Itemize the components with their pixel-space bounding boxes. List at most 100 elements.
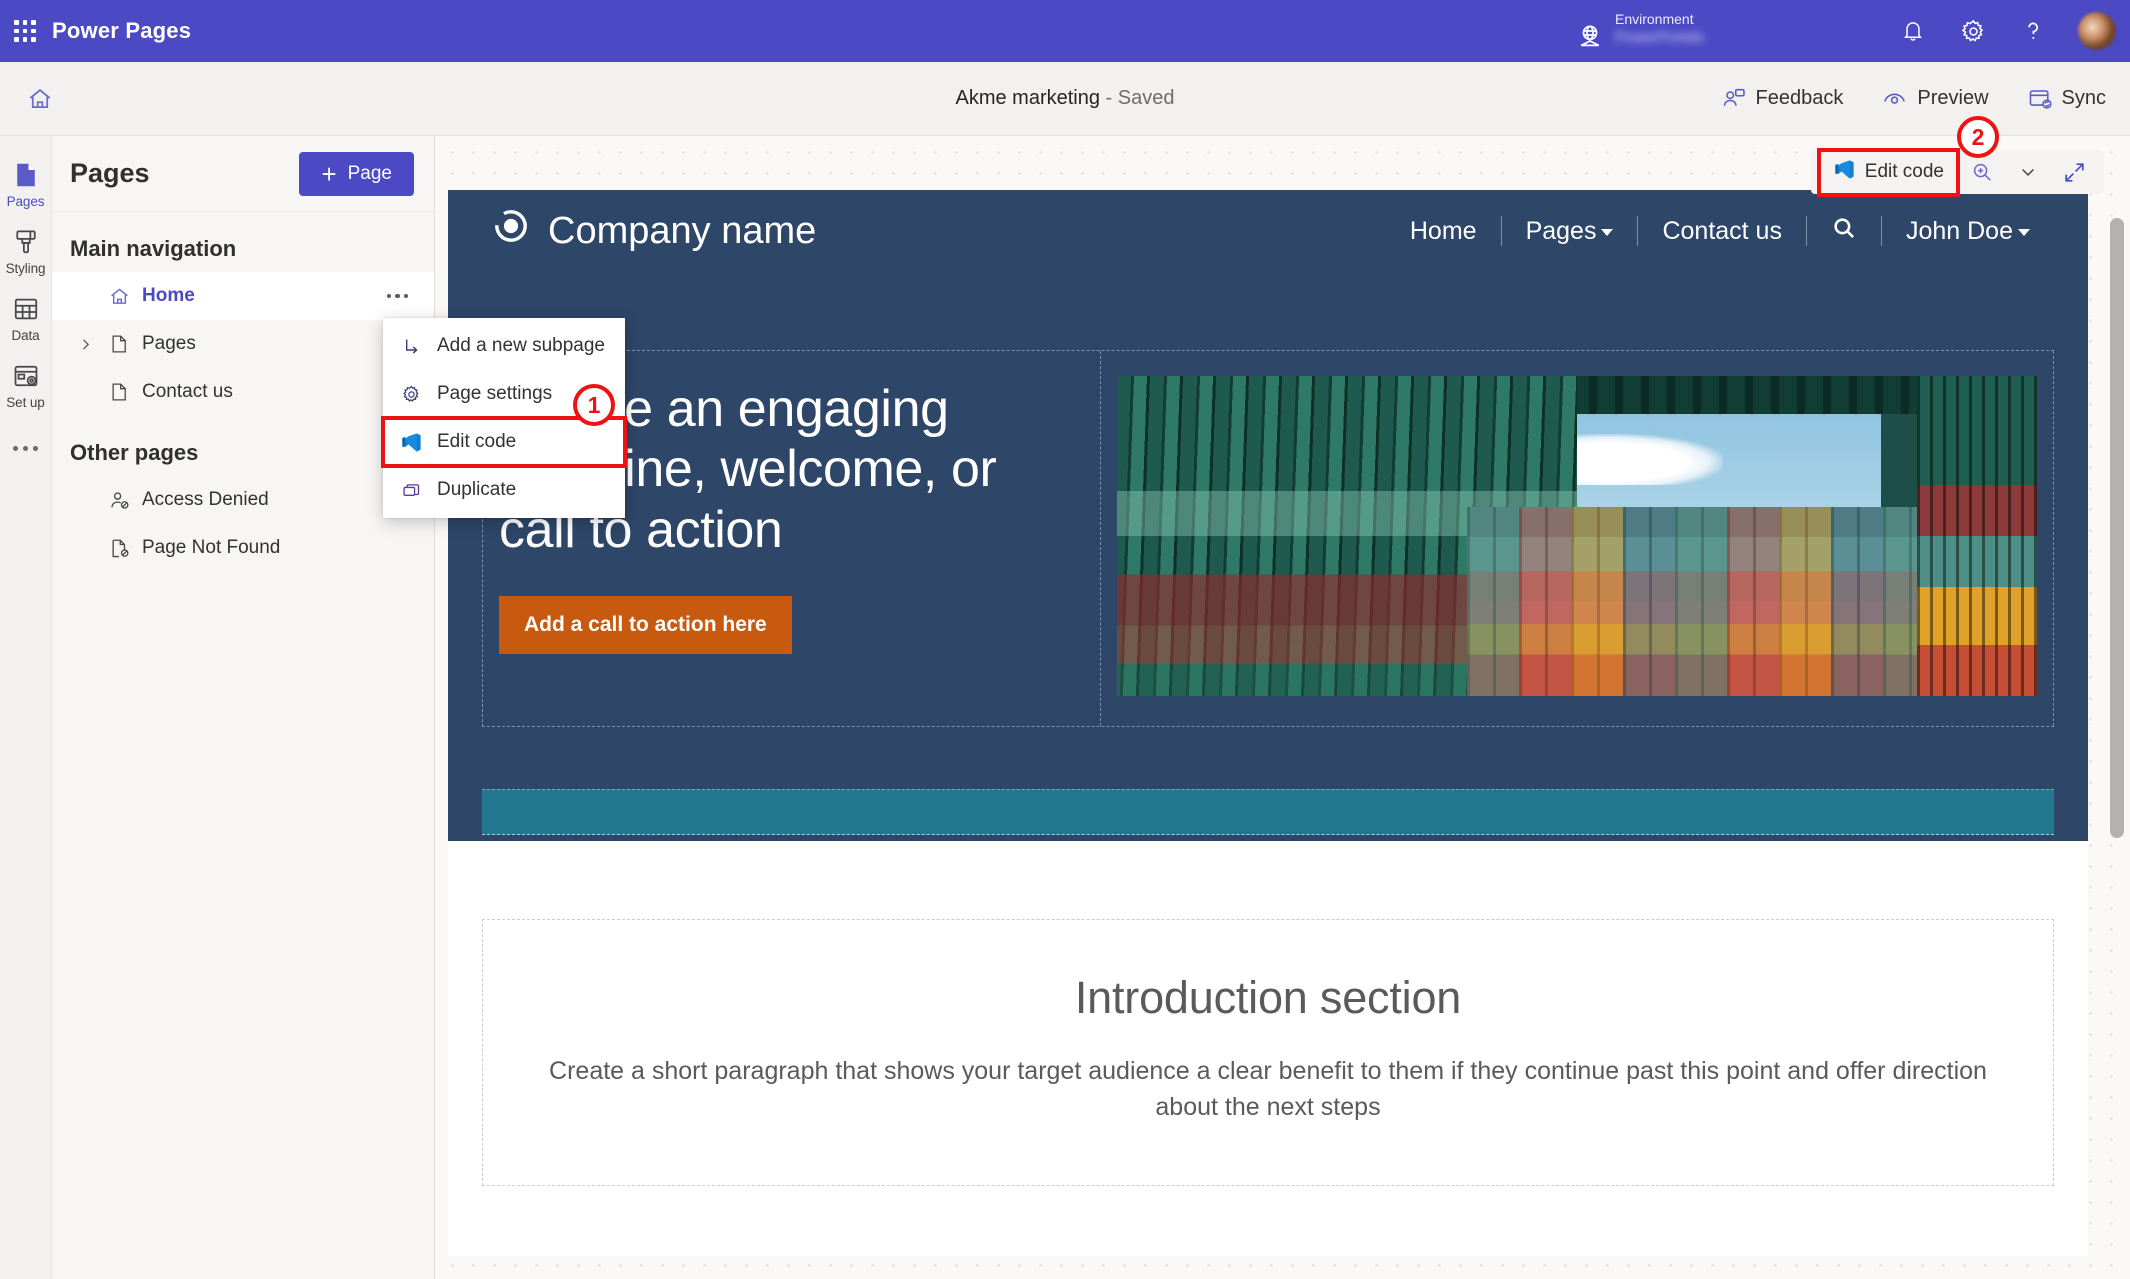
site-nav-contact-us[interactable]: Contact us [1638, 217, 1806, 246]
canvas-toolbar: Edit code [1810, 147, 2104, 197]
subpage-arrow-icon [399, 336, 423, 357]
menu-label-add-subpage: Add a new subpage [437, 335, 605, 356]
site-nav-pages[interactable]: Pages [1502, 217, 1638, 246]
pages-panel-title: Pages [70, 158, 150, 188]
rail-item-setup[interactable]: Set up [0, 351, 52, 418]
sidebar-item-label-page-not-found: Page Not Found [142, 537, 281, 558]
sidebar-item-contact-us[interactable]: Contact us [52, 368, 434, 416]
help-question-icon[interactable] [2018, 16, 2048, 46]
site-canvas: Edit code Company name Home Pages Contac… [436, 136, 2130, 1279]
annotation-badge-2: 2 [1957, 116, 1999, 158]
preview-button[interactable]: Preview [1877, 79, 1992, 118]
hero-bottom-padding [448, 835, 2088, 841]
user-avatar[interactable] [2078, 12, 2116, 50]
canvas-scrollbar[interactable] [2110, 218, 2124, 1108]
site-company-name: Company name [548, 209, 817, 252]
hero-image-column[interactable] [1101, 351, 2054, 726]
intro-body-text: Create a short paragraph that shows your… [549, 1057, 1987, 1121]
expand-arrows-icon[interactable] [2054, 154, 2094, 190]
rail-more-options-icon[interactable] [3, 436, 48, 461]
sync-label: Sync [2061, 87, 2106, 109]
edit-code-button[interactable]: Edit code [1816, 147, 1961, 197]
site-brand[interactable]: Company name [494, 209, 816, 253]
sidebar-item-label-pages: Pages [142, 333, 196, 354]
intro-section: Introduction section Create a short para… [448, 841, 2088, 1256]
rail-label-data: Data [11, 328, 40, 343]
page-icon [16, 163, 35, 187]
add-page-button[interactable]: + Page [299, 151, 414, 196]
site-user-menu[interactable]: John Doe [1882, 217, 2054, 246]
hero-image [1117, 376, 2037, 696]
feedback-button[interactable]: Feedback [1717, 80, 1848, 118]
hero-teal-band[interactable] [482, 789, 2054, 835]
plus-icon: + [321, 158, 337, 189]
rail-item-pages[interactable]: Pages [0, 150, 52, 217]
circle-logo-icon [494, 209, 528, 253]
site-preview: Company name Home Pages Contact us John … [448, 190, 2088, 1256]
site-nav-links: Home Pages Contact us John Doe [1386, 215, 2054, 248]
site-nav-home[interactable]: Home [1386, 217, 1501, 246]
section-title-main-navigation: Main navigation [70, 236, 237, 261]
zoom-magnifier-icon[interactable] [1962, 154, 2002, 190]
canvas-scrollbar-thumb[interactable] [2110, 218, 2124, 838]
section-title-other-pages: Other pages [70, 440, 199, 465]
site-nav-bar: Company name Home Pages Contact us John … [448, 190, 2088, 272]
sidebar-item-label-access-denied: Access Denied [142, 489, 269, 510]
sidebar-item-page-not-found[interactable]: Page Not Found [52, 524, 434, 572]
app-launcher-icon[interactable] [12, 18, 38, 44]
feedback-label: Feedback [1755, 87, 1844, 109]
preview-label: Preview [1917, 87, 1989, 109]
command-bar-actions: Feedback Preview Sync [1717, 79, 2110, 118]
left-rail: Pages Styling Data Set up [0, 136, 52, 1279]
environment-label: Environment [1615, 11, 1694, 27]
shipping-containers-photo [1117, 376, 2037, 696]
rail-item-styling[interactable]: Styling [0, 217, 52, 284]
settings-gear-icon[interactable] [1958, 16, 1988, 46]
chevron-down-icon[interactable] [2008, 154, 2048, 190]
edit-code-label: Edit code [1864, 161, 1944, 182]
site-search-icon[interactable] [1807, 215, 1881, 248]
command-bar: Akme marketing - Saved Feedback Preview [0, 62, 2130, 136]
add-page-label: Page [347, 162, 392, 184]
document-status: - Saved [1100, 87, 1175, 109]
rail-label-setup: Set up [6, 395, 45, 410]
home-item-more-options-icon[interactable] [386, 293, 408, 299]
intro-content-box[interactable]: Introduction section Create a short para… [482, 919, 2054, 1186]
file-icon [106, 381, 132, 403]
sync-button[interactable]: Sync [2023, 80, 2110, 118]
hero-cta-button[interactable]: Add a call to action here [499, 595, 792, 654]
notifications-bell-icon[interactable] [1898, 16, 1928, 46]
brand-bar-actions [1898, 0, 2116, 62]
app-name[interactable]: Power Pages [52, 18, 191, 44]
rail-item-data[interactable]: Data [0, 284, 52, 351]
menu-item-duplicate[interactable]: Duplicate [383, 466, 625, 514]
table-grid-icon [14, 298, 37, 320]
hero-content-row: Create an engaging headline, welcome, or… [482, 350, 2054, 727]
gear-icon [399, 384, 423, 405]
person-blocked-icon [106, 489, 132, 512]
duplicate-icon [399, 480, 423, 501]
menu-item-add-subpage[interactable]: Add a new subpage [383, 322, 625, 370]
annotation-badge-1: 1 [573, 384, 615, 426]
sidebar-item-access-denied[interactable]: Access Denied [52, 476, 434, 524]
menu-label-page-settings: Page settings [437, 383, 553, 404]
menu-label-edit-code: Edit code [437, 431, 517, 452]
pages-panel: Pages + Page Main navigation Home Pages … [52, 136, 435, 1279]
rail-label-pages: Pages [6, 194, 45, 209]
vscode-icon [1833, 158, 1856, 187]
environment-indicator[interactable]: Environment PowerPortals [1575, 6, 1704, 52]
file-blocked-icon [106, 537, 132, 560]
sidebar-item-label-contact-us: Contact us [142, 381, 233, 402]
environment-value: PowerPortals [1615, 29, 1705, 46]
caret-down-icon [1601, 228, 1614, 236]
chevron-right-icon[interactable] [74, 337, 96, 352]
home-icon[interactable] [18, 77, 62, 121]
sidebar-item-pages[interactable]: Pages [52, 320, 434, 368]
top-brand-bar: Power Pages Environment PowerPortals [0, 0, 2130, 62]
setup-gear-icon [14, 365, 37, 387]
menu-label-duplicate: Duplicate [437, 479, 517, 500]
sidebar-item-home[interactable]: Home [52, 272, 434, 320]
globe-icon [1580, 25, 1600, 47]
preview-eye-icon [1884, 93, 1906, 104]
feedback-icon [1723, 88, 1745, 106]
